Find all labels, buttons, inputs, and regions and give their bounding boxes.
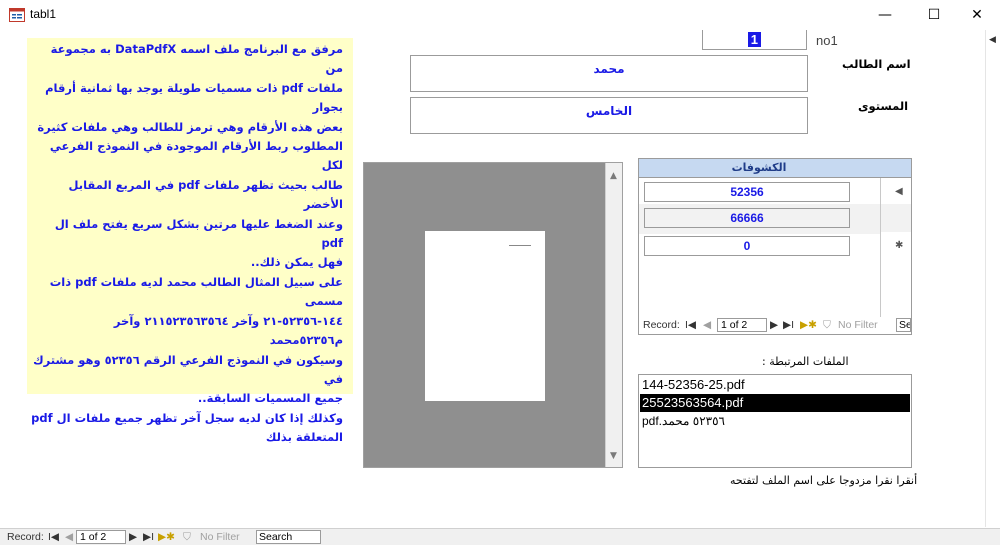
viewer-scrollbar[interactable]: ▲ ▼ <box>605 163 622 467</box>
subform-record-navigator: Record: I◀ ◀ 1 of 2 ▶ ▶I ▶✱ ⛉ No Filter … <box>641 317 911 334</box>
student-name-field[interactable]: محمد <box>410 55 808 92</box>
next-record-button[interactable]: ▶ <box>770 319 778 331</box>
scroll-up-icon[interactable]: ▲ <box>610 171 617 181</box>
id-label: no1 <box>816 33 838 48</box>
scroll-down-icon[interactable]: ▼ <box>610 451 617 461</box>
current-record-field[interactable]: 1 of 2 <box>76 530 126 544</box>
minimize-button[interactable]: — <box>862 0 908 30</box>
student-name-label: اسم الطالب <box>842 57 911 71</box>
next-record-button[interactable]: ▶ <box>129 531 137 543</box>
last-record-button[interactable]: ▶I <box>783 319 794 331</box>
form-record-navigator: Record: I◀ ◀ 1 of 2 ▶ ▶I ▶✱ ⛉ No Filter … <box>0 528 1000 545</box>
report-number-field[interactable]: 0 <box>644 236 850 256</box>
title-bar: tabl1 — ☐ ✕ <box>0 0 1000 30</box>
reports-subform: الكشوفات 52356 ◀ 66666 0 ✱ Record: I◀ ◀ … <box>638 158 912 335</box>
report-number-field[interactable]: 52356 <box>644 182 850 202</box>
report-number-field[interactable]: 66666 <box>644 208 850 228</box>
scroll-left-arrow-icon[interactable]: ◀ <box>989 35 996 45</box>
close-button[interactable]: ✕ <box>954 0 1000 30</box>
info-panel: مرفق مع البرنامج ملف اسمه DataPdfX به مج… <box>27 38 353 444</box>
id-field[interactable]: 1 <box>702 30 807 50</box>
pdf-viewer[interactable]: ▲ ▼ <box>363 162 623 468</box>
subform-header-label: الكشوفات <box>731 161 787 174</box>
page-text-line <box>509 245 531 246</box>
subform-row[interactable]: 66666 <box>639 204 911 234</box>
record-selector[interactable] <box>880 204 911 234</box>
no-filter-button[interactable]: No Filter <box>200 531 240 543</box>
file-list-item[interactable]: 25523563564.pdf <box>640 394 910 412</box>
double-click-hint: أنقرا نقرا مزدوجا على اسم الملف لتفتحه <box>730 474 918 487</box>
first-record-button[interactable]: I◀ <box>685 319 696 331</box>
new-record-button[interactable]: ▶✱ <box>800 319 817 331</box>
subform-search-input[interactable]: Sea <box>896 318 911 332</box>
record-label: Record: <box>643 319 680 331</box>
last-record-button[interactable]: ▶I <box>143 531 154 543</box>
maximize-button[interactable]: ☐ <box>911 0 957 30</box>
subform-header: الكشوفات <box>639 159 911 178</box>
new-record-icon: ✱ <box>895 240 904 251</box>
student-name-value: محمد <box>593 62 625 76</box>
current-record-icon: ◀ <box>895 186 903 197</box>
form-search-input[interactable]: Search <box>256 530 321 544</box>
no-filter-button[interactable]: No Filter <box>838 319 878 331</box>
form-icon <box>9 8 25 22</box>
previous-record-button[interactable]: ◀ <box>65 531 73 543</box>
level-label: المستوى <box>858 99 909 113</box>
previous-record-button[interactable]: ◀ <box>703 319 711 331</box>
record-selector[interactable]: ✱ <box>880 232 911 262</box>
linked-files-label: الملفات المرتبطة : <box>762 355 849 368</box>
pdf-page-preview <box>425 231 545 401</box>
file-list-item[interactable]: pdf.٥٢٣٥٦ محمد <box>640 412 910 430</box>
info-text: مرفق مع البرنامج ملف اسمه DataPdfX به مج… <box>31 42 343 445</box>
form-scrollbar[interactable]: ◀ <box>985 30 1000 527</box>
linked-files-list[interactable]: 144-52356-25.pdf 25523563564.pdf pdf.٥٢٣… <box>638 374 912 468</box>
first-record-button[interactable]: I◀ <box>48 531 59 543</box>
filter-icon[interactable]: ⛉ <box>823 319 831 332</box>
filter-icon[interactable]: ⛉ <box>183 531 191 544</box>
new-record-button[interactable]: ▶✱ <box>158 531 175 543</box>
record-label: Record: <box>7 531 44 543</box>
level-field[interactable]: الخامس <box>410 97 808 134</box>
file-list-item[interactable]: 144-52356-25.pdf <box>640 376 910 394</box>
level-value: الخامس <box>585 104 633 118</box>
window-title: tabl1 <box>30 7 57 21</box>
current-record-field[interactable]: 1 of 2 <box>717 318 767 332</box>
id-value: 1 <box>747 32 761 47</box>
subform-row[interactable]: 0 ✱ <box>639 232 911 262</box>
